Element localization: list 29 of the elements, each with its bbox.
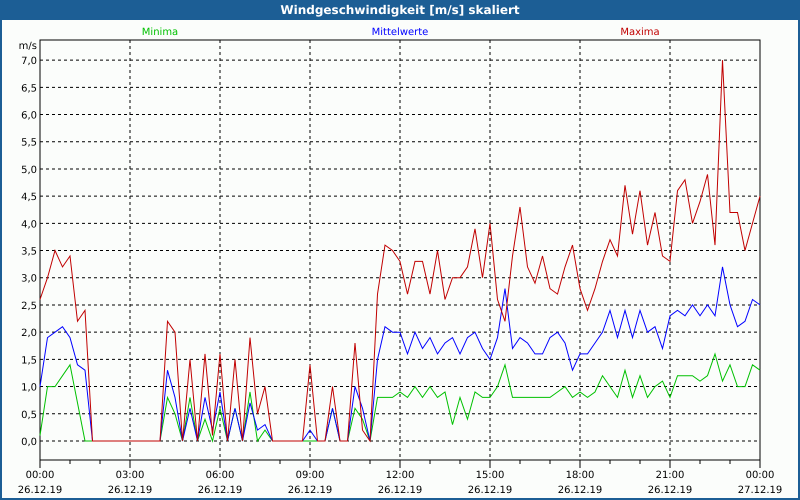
y-tick-label: 2,0 xyxy=(21,328,37,340)
legend-label: Mittelwerte xyxy=(372,27,428,38)
y-tick-label: 4,5 xyxy=(21,192,37,204)
legend-label: Maxima xyxy=(620,27,660,38)
y-tick-label: 2,5 xyxy=(21,300,37,312)
x-tick-label: 12:00 26.12.19 xyxy=(378,470,422,496)
y-tick-label: 3,0 xyxy=(21,274,37,285)
y-tick-label: 5,5 xyxy=(21,138,37,149)
legend-label: Minima xyxy=(142,27,178,38)
y-tick-label: 1,5 xyxy=(21,355,37,366)
y-tick-label: 1,0 xyxy=(21,382,37,394)
axis-unit: m/s xyxy=(18,41,37,52)
y-tick-label: 7,0 xyxy=(21,56,37,68)
y-tick-label: 5,0 xyxy=(21,164,37,176)
x-tick-label: 00:00 27.12.19 xyxy=(738,470,782,496)
x-tick-label: 15:00 26.12.19 xyxy=(468,470,512,496)
y-tick-label: 6,5 xyxy=(21,83,37,94)
x-tick-label: 18:00 26.12.19 xyxy=(558,470,602,496)
y-tick-label: 0,5 xyxy=(21,410,37,421)
y-tick-label: 4,0 xyxy=(21,219,37,230)
x-tick-label: 03:00 26.12.19 xyxy=(108,470,152,496)
x-tick-label: 06:00 26.12.19 xyxy=(198,470,242,496)
window-title: Windgeschwindigkeit [m/s] skaliert xyxy=(279,2,521,19)
y-tick-label: 6,0 xyxy=(21,110,37,122)
x-tick-label: 09:00 26.12.19 xyxy=(288,470,332,496)
x-tick-label: 21:00 26.12.19 xyxy=(648,470,692,496)
y-tick-label: 0,0 xyxy=(21,436,37,448)
x-tick-label: 00:00 26.12.19 xyxy=(18,470,62,496)
y-tick-label: 3,5 xyxy=(21,246,37,258)
